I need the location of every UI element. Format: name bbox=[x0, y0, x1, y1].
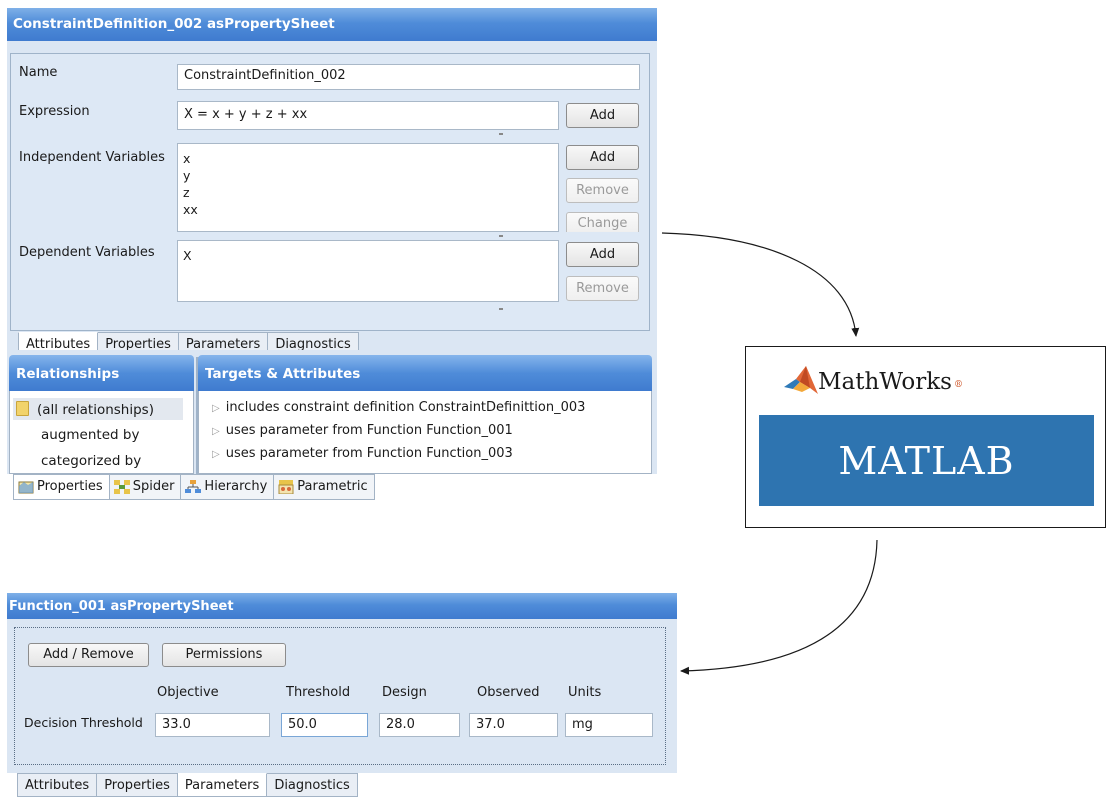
column-header-threshold: Threshold bbox=[286, 685, 351, 700]
registered-mark: ® bbox=[953, 380, 963, 390]
mathworks-wordmark: MathWorks ® bbox=[818, 369, 963, 395]
matlab-band: MATLAB bbox=[759, 415, 1094, 506]
parameters-fieldbox: Add / Remove Permissions Objective Thres… bbox=[14, 627, 666, 765]
units-field[interactable]: mg bbox=[565, 713, 653, 737]
column-header-observed: Observed bbox=[477, 685, 540, 700]
arrow-to-function bbox=[680, 539, 878, 675]
parameters-panel: Add / Remove Permissions Objective Thres… bbox=[7, 619, 677, 773]
tab-diagnostics[interactable]: Diagnostics bbox=[267, 773, 358, 797]
observed-field[interactable]: 37.0 bbox=[469, 713, 558, 737]
tab-parameters[interactable]: Parameters bbox=[177, 773, 268, 797]
arrow-to-matlab bbox=[661, 232, 860, 337]
mathworks-matlab-logo: MathWorks ® MATLAB bbox=[745, 346, 1106, 528]
column-header-units: Units bbox=[568, 685, 602, 700]
decision-threshold-label: Decision Threshold bbox=[24, 715, 143, 730]
design-field[interactable]: 28.0 bbox=[379, 713, 460, 737]
tab-attributes[interactable]: Attributes bbox=[17, 773, 98, 797]
threshold-field[interactable]: 50.0 bbox=[281, 713, 368, 737]
permissions-button[interactable]: Permissions bbox=[162, 643, 286, 667]
function-property-sheet: Function_001 asPropertySheet Add / Remov… bbox=[7, 593, 677, 797]
matlab-wordmark: MATLAB bbox=[838, 439, 1015, 483]
sheet-tabs: Attributes Properties Parameters Diagnos… bbox=[17, 773, 358, 797]
column-header-design: Design bbox=[382, 685, 427, 700]
objective-field[interactable]: 33.0 bbox=[155, 713, 270, 737]
window-title: Function_001 asPropertySheet bbox=[7, 593, 677, 619]
mathworks-text: MathWorks bbox=[818, 369, 952, 395]
column-header-objective: Objective bbox=[157, 685, 219, 700]
matlab-membrane-icon bbox=[784, 366, 818, 394]
tab-properties[interactable]: Properties bbox=[97, 773, 178, 797]
add-remove-button[interactable]: Add / Remove bbox=[28, 643, 149, 667]
